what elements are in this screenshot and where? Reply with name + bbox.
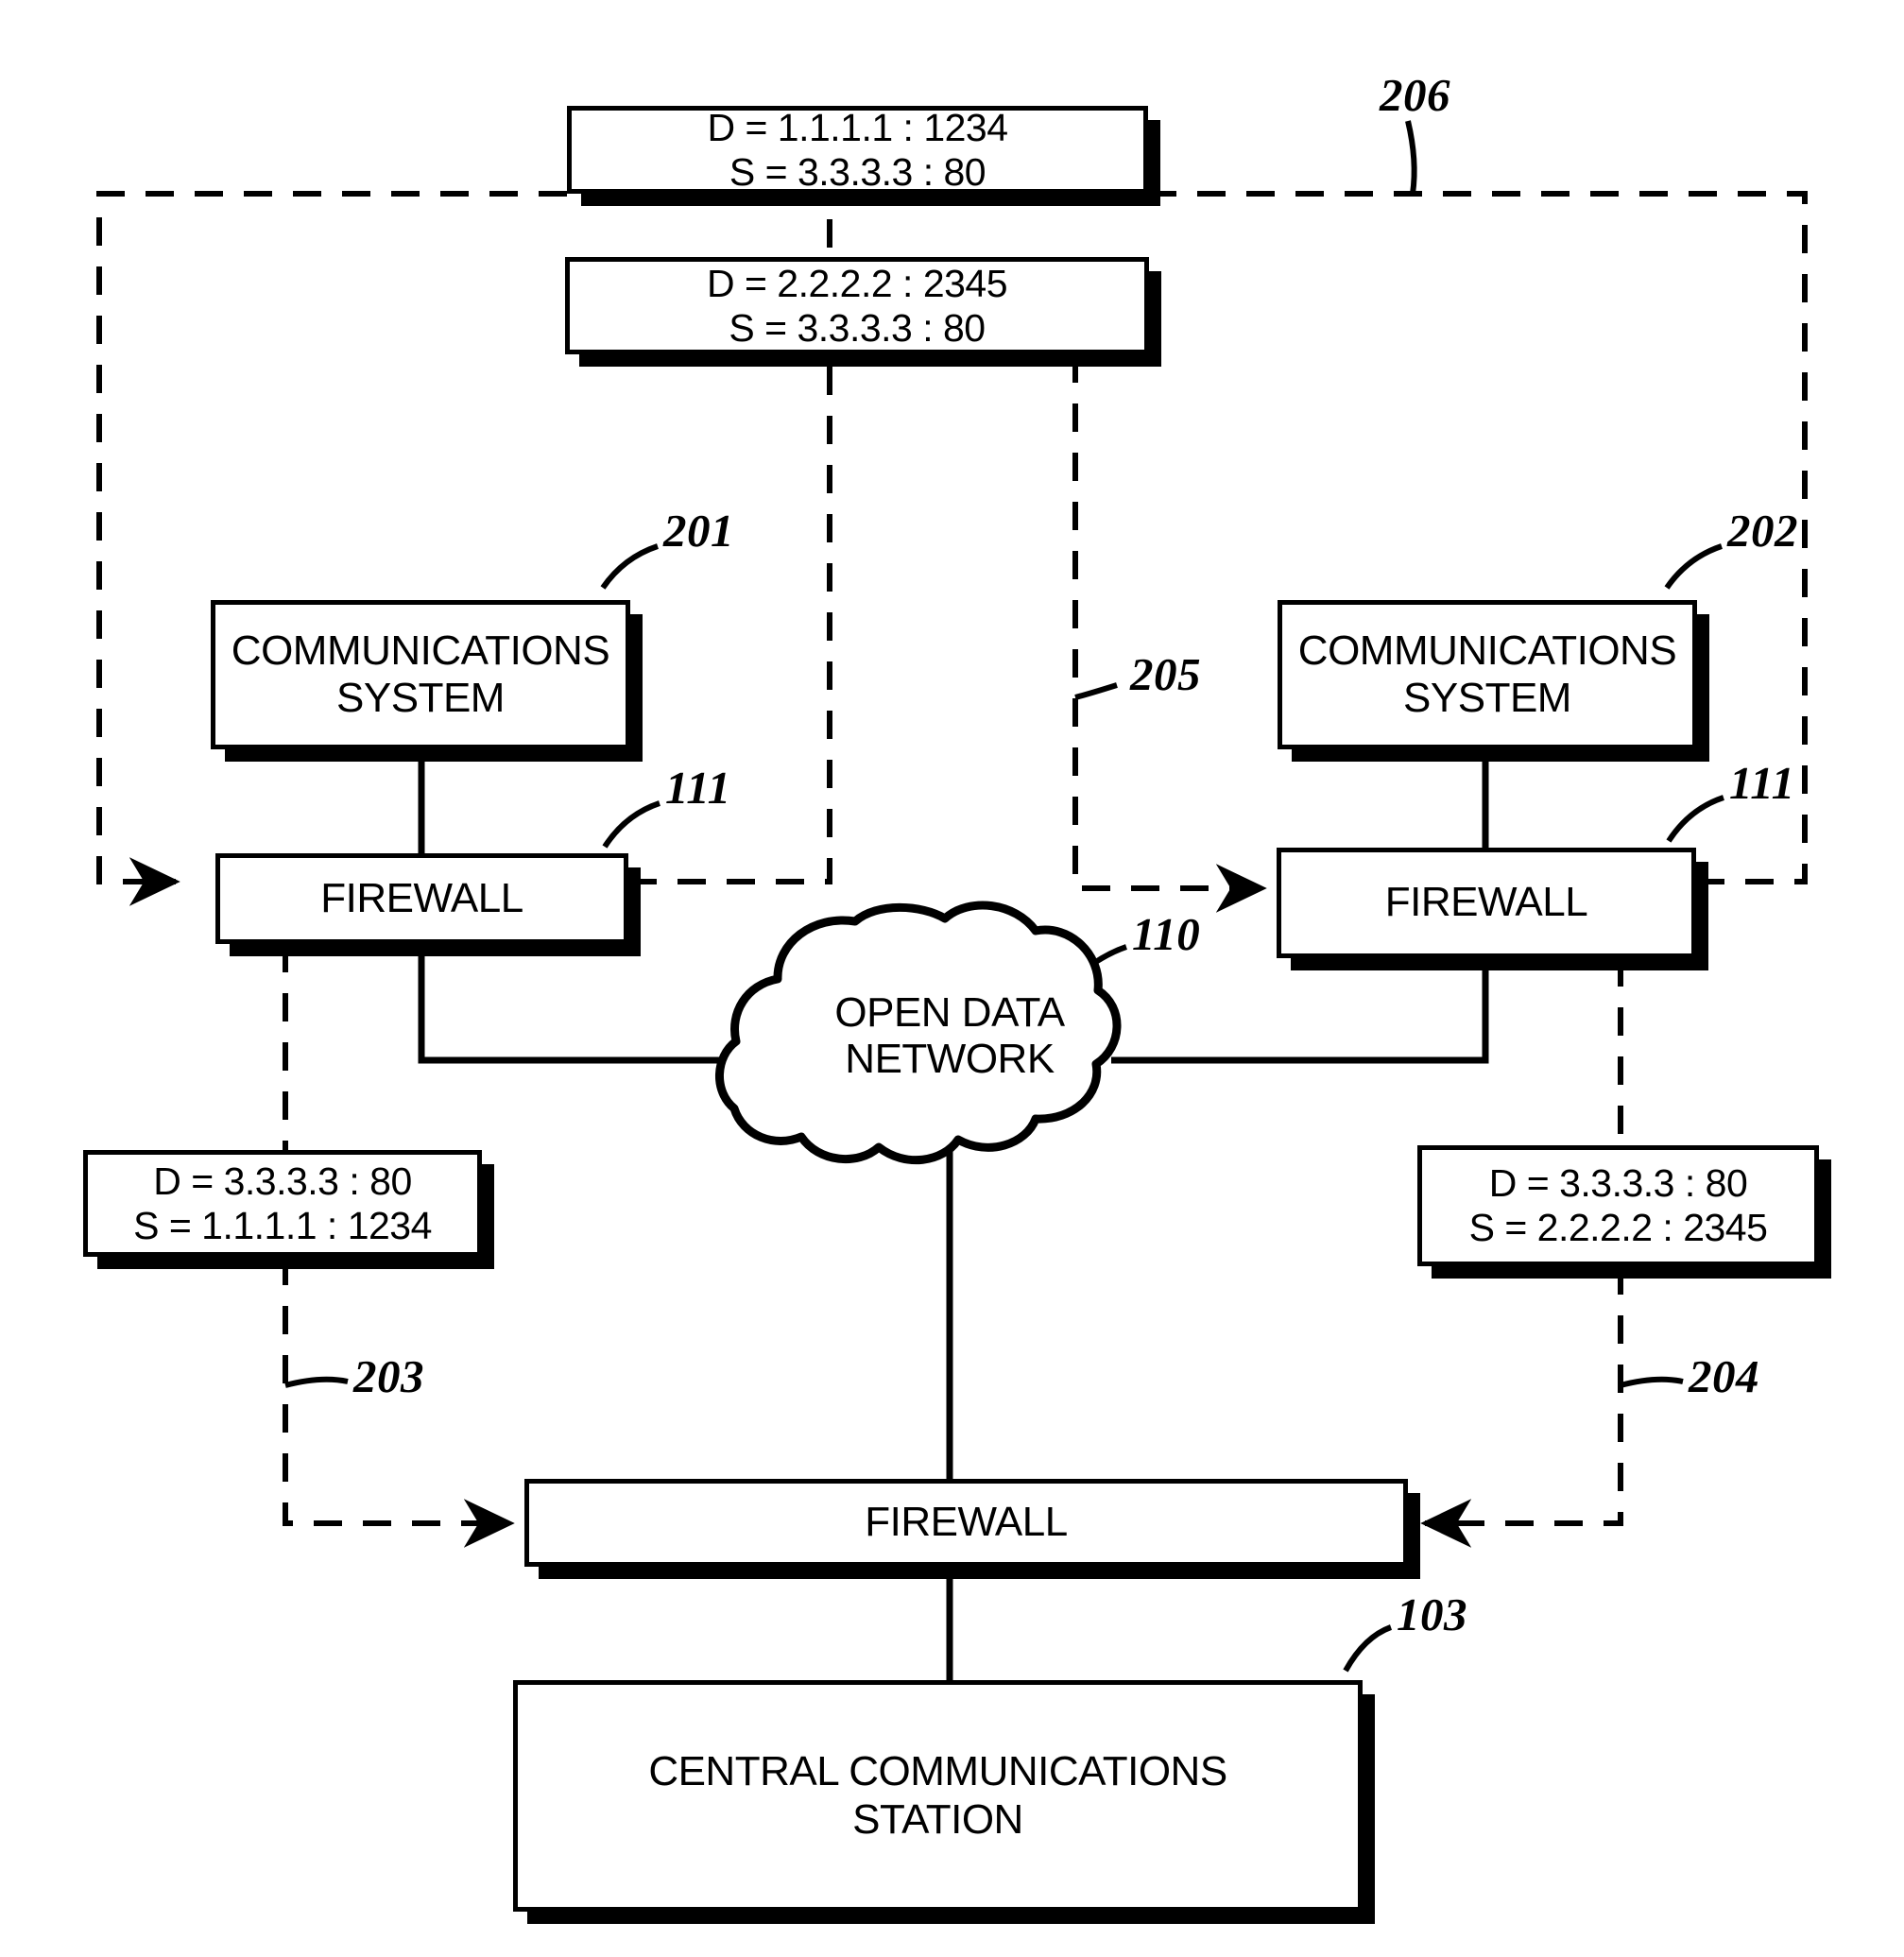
link-firewall-right-to-network bbox=[1111, 958, 1489, 1064]
ref-103: 103 bbox=[1397, 1588, 1467, 1640]
leader-201 bbox=[600, 543, 659, 590]
ref-111-left: 111 bbox=[665, 762, 731, 814]
leader-206 bbox=[1405, 120, 1417, 195]
firewall-bottom-label: FIREWALL bbox=[865, 1499, 1068, 1546]
link-firewall-left-to-network bbox=[418, 944, 794, 1064]
ref-201: 201 bbox=[663, 505, 734, 557]
firewall-bottom: FIREWALL bbox=[524, 1479, 1408, 1567]
leader-110 bbox=[1075, 944, 1127, 978]
leader-103 bbox=[1343, 1624, 1393, 1673]
communications-system-right: COMMUNICATIONS SYSTEM bbox=[1278, 600, 1697, 749]
central-communications-station: CENTRAL COMMUNICATIONS STATION bbox=[513, 1680, 1363, 1912]
communications-system-left: COMMUNICATIONS SYSTEM bbox=[211, 600, 630, 749]
ref-111-right: 111 bbox=[1729, 757, 1795, 809]
firewall-left-label: FIREWALL bbox=[320, 874, 523, 921]
packet-box-204: D = 3.3.3.3 : 80 S = 2.2.2.2 : 2345 bbox=[1417, 1145, 1819, 1266]
firewall-left: FIREWALL bbox=[215, 853, 628, 944]
ref-110: 110 bbox=[1132, 908, 1201, 960]
packet-box-203-text: D = 3.3.3.3 : 80 S = 1.1.1.1 : 1234 bbox=[133, 1159, 432, 1247]
ref-206: 206 bbox=[1380, 69, 1450, 121]
packet-box-205-text: D = 2.2.2.2 : 2345 S = 3.3.3.3 : 80 bbox=[706, 261, 1008, 350]
firewall-right-label: FIREWALL bbox=[1384, 879, 1588, 926]
leader-111-right bbox=[1666, 795, 1724, 843]
flow-205 bbox=[1072, 354, 1267, 913]
flow-206-left-branch bbox=[96, 191, 567, 906]
packet-box-205: D = 2.2.2.2 : 2345 S = 3.3.3.3 : 80 bbox=[565, 257, 1149, 354]
leader-203 bbox=[284, 1376, 349, 1388]
leader-205 bbox=[1074, 682, 1118, 700]
packet-box-206-text: D = 1.1.1.1 : 1234 S = 3.3.3.3 : 80 bbox=[707, 105, 1008, 194]
leader-111-left bbox=[602, 800, 660, 849]
communications-system-left-label: COMMUNICATIONS SYSTEM bbox=[231, 627, 610, 721]
flow-204-lower bbox=[1420, 1266, 1623, 1548]
ref-203: 203 bbox=[353, 1350, 424, 1402]
ref-204: 204 bbox=[1689, 1350, 1759, 1402]
communications-system-right-label: COMMUNICATIONS SYSTEM bbox=[1297, 627, 1677, 721]
flow-206-right-branch bbox=[1148, 191, 1808, 884]
packet-box-206: D = 1.1.1.1 : 1234 S = 3.3.3.3 : 80 bbox=[567, 106, 1148, 194]
patent-figure: D = 1.1.1.1 : 1234 S = 3.3.3.3 : 80 D = … bbox=[0, 0, 1904, 1957]
ref-202: 202 bbox=[1727, 505, 1798, 557]
packet-box-204-text: D = 3.3.3.3 : 80 S = 2.2.2.2 : 2345 bbox=[1468, 1161, 1768, 1249]
ref-205: 205 bbox=[1130, 648, 1201, 700]
open-data-network-label: OPEN DATA NETWORK bbox=[834, 989, 1065, 1083]
central-communications-station-label: CENTRAL COMMUNICATIONS STATION bbox=[648, 1748, 1227, 1843]
firewall-right: FIREWALL bbox=[1277, 848, 1696, 958]
leader-202 bbox=[1664, 543, 1723, 590]
packet-box-203: D = 3.3.3.3 : 80 S = 1.1.1.1 : 1234 bbox=[83, 1150, 482, 1257]
leader-204 bbox=[1620, 1376, 1684, 1388]
